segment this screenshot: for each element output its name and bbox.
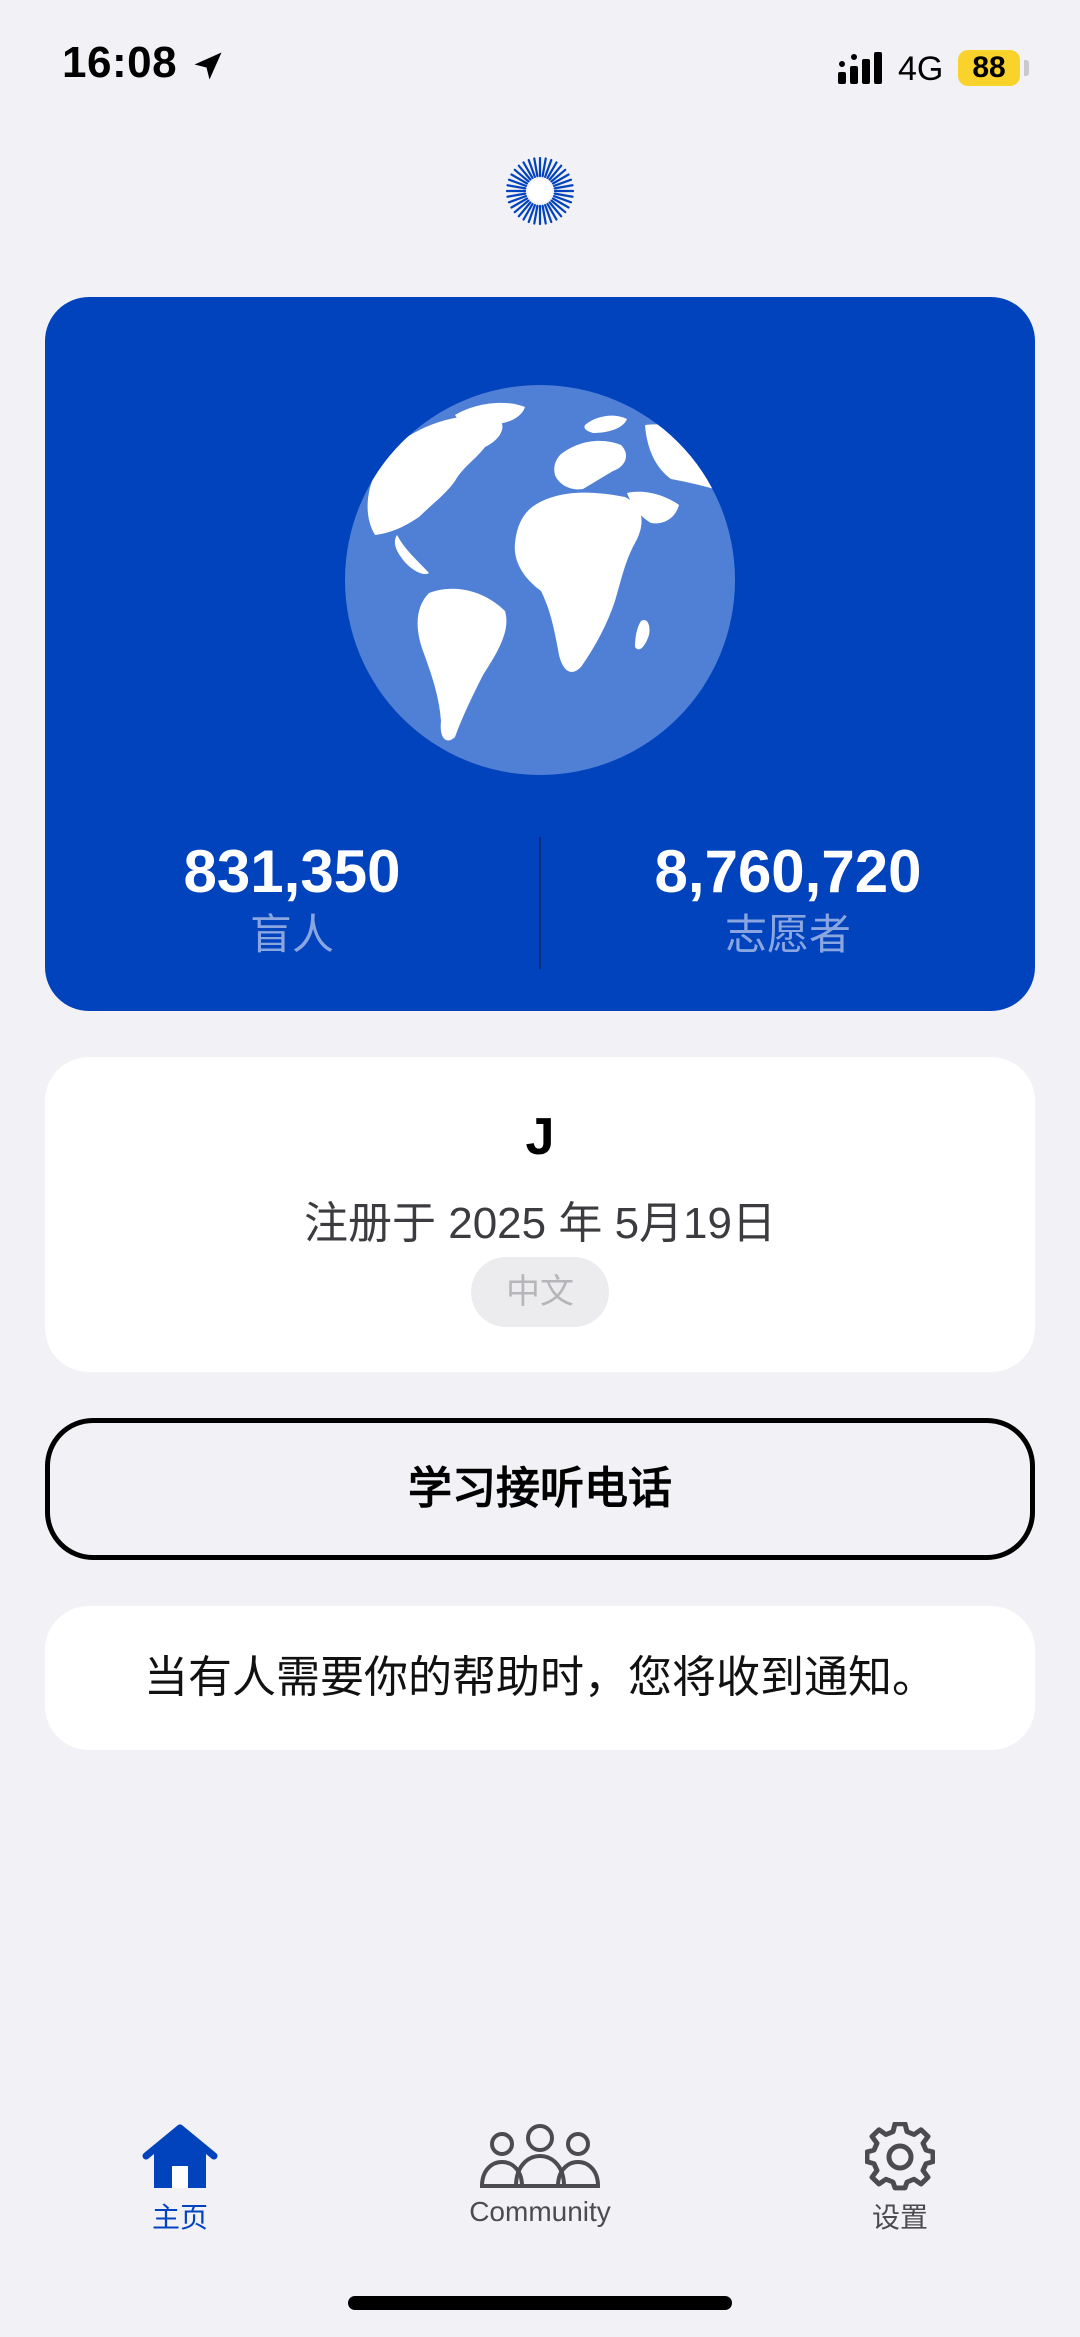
tab-community[interactable]: Community — [420, 2100, 660, 2250]
tab-home-label: 主页 — [151, 2202, 208, 2233]
tab-bar: 主页 Community 设置 — [0, 2100, 1080, 2260]
tab-community-label: Community — [469, 2196, 611, 2227]
location-arrow-icon — [194, 52, 222, 80]
volunteer-count: 8,760,720 — [654, 838, 922, 905]
tab-settings[interactable]: 设置 — [780, 2100, 1020, 2250]
volunteer-label: 志愿者 — [724, 911, 851, 958]
gear-icon — [865, 2122, 935, 2191]
battery-indicator: 88 — [958, 50, 1020, 86]
blind-stat: 831,350 盲人 — [45, 837, 539, 963]
profile-name: J — [525, 1108, 555, 1166]
tab-settings-label: 设置 — [871, 2202, 928, 2233]
app-logo-icon — [505, 156, 575, 226]
volunteer-stat: 8,760,720 志愿者 — [541, 837, 1035, 963]
blind-label: 盲人 — [249, 911, 334, 958]
screen: 16:08 4G 88 831,350 盲人 8,760,720 志愿者 J 注… — [0, 0, 1080, 2337]
blind-count: 831,350 — [183, 838, 401, 905]
globe-icon — [345, 385, 735, 775]
home-indicator — [348, 2296, 732, 2310]
stats-card: 831,350 盲人 8,760,720 志愿者 — [45, 297, 1035, 1011]
signal-icon — [838, 52, 882, 84]
registration-date: 注册于 2025 年 5月19日 — [304, 1199, 776, 1248]
notification-notice: 当有人需要你的帮助时，您将收到通知。 — [45, 1606, 1035, 1750]
battery-tip — [1024, 60, 1029, 76]
learn-to-answer-calls-button[interactable]: 学习接听电话 — [45, 1418, 1035, 1560]
home-icon — [142, 2124, 218, 2188]
profile-card: J 注册于 2025 年 5月19日 中文 — [45, 1057, 1035, 1372]
status-bar: 16:08 4G 88 — [0, 0, 1080, 130]
tab-home[interactable]: 主页 — [60, 2100, 300, 2250]
community-icon — [479, 2124, 601, 2188]
network-label: 4G — [898, 50, 944, 88]
language-chip: 中文 — [471, 1257, 609, 1327]
status-time: 16:08 — [62, 38, 178, 87]
